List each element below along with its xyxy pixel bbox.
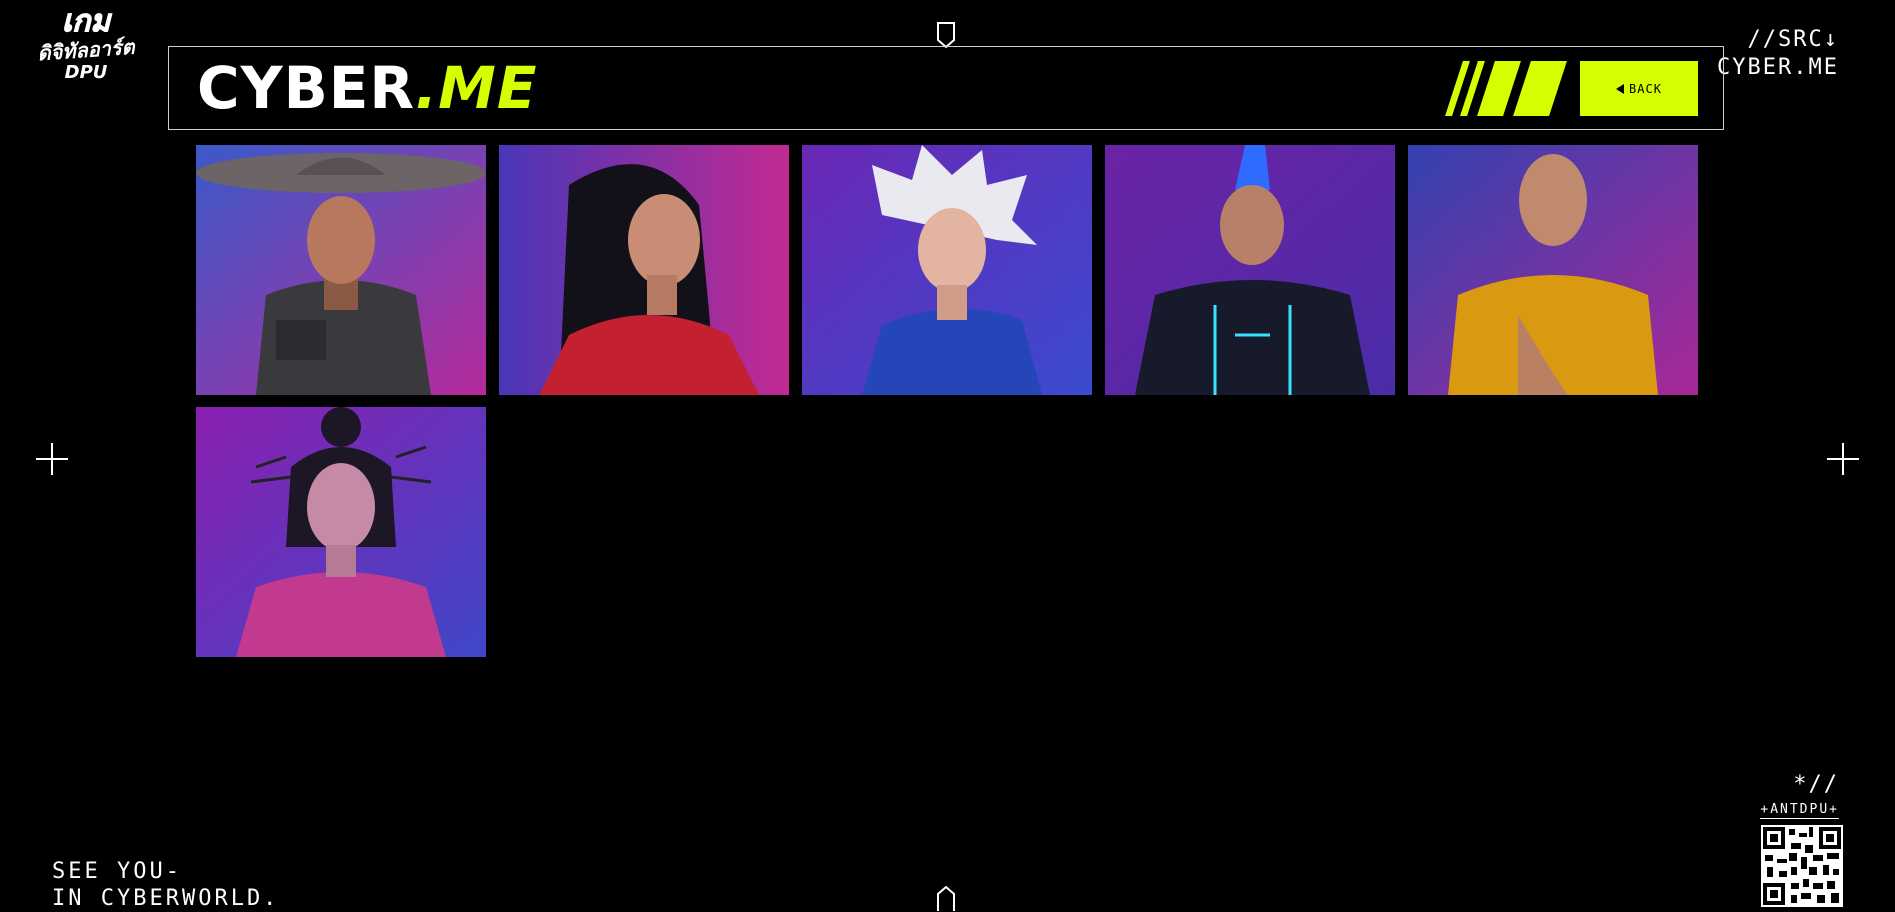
antdpu-line-2: +ANTDPU+: [1760, 802, 1839, 819]
crosshair-icon: [36, 443, 68, 475]
avatar-tile[interactable]: [196, 407, 486, 657]
source-label-line-1: //SRC↓: [1747, 27, 1839, 52]
avatar-orange-robe-image: [1408, 145, 1698, 395]
avatar-tile[interactable]: [499, 145, 789, 395]
brand-logo[interactable]: CYBER.ME: [197, 55, 537, 121]
footer-line-2: IN CYBERWORLD.: [52, 886, 280, 911]
avatar-tile[interactable]: [802, 145, 1092, 395]
qr-code-icon[interactable]: [1761, 825, 1843, 907]
brand-suffix: .ME: [415, 54, 538, 122]
top-marker-icon: [937, 22, 955, 48]
avatar-tile[interactable]: [1408, 145, 1698, 395]
dpu-logo: เกม ดิจิทัลอาร์ต DPU: [26, 4, 146, 101]
antdpu-label: *// +ANTDPU+: [1760, 772, 1839, 819]
avatar-hairpins-image: [196, 407, 486, 657]
crosshair-icon: [1827, 443, 1859, 475]
source-label: //SRC↓ CYBER.ME: [1717, 26, 1839, 82]
avatar-mohawk-image: [1105, 145, 1395, 395]
back-arrow-icon: [1616, 83, 1625, 94]
avatar-tile[interactable]: [196, 145, 486, 395]
avatar-braided-hair-image: [499, 145, 789, 395]
stripe-decoration: [1513, 61, 1567, 116]
avatar-tile[interactable]: [1105, 145, 1395, 395]
header-bar: CYBER.ME BACK: [168, 46, 1724, 130]
brand-text: CYBER: [197, 54, 416, 122]
stripe-decoration: [1477, 61, 1521, 116]
header-stripes: BACK: [1445, 61, 1698, 116]
footer-tagline: SEE YOU- IN CYBERWORLD.: [52, 858, 279, 912]
avatar-white-hair-image: [802, 145, 1092, 395]
footer-line-1: SEE YOU-: [52, 859, 182, 884]
bottom-marker-icon: [937, 886, 955, 911]
avatar-conical-hat-image: [196, 145, 486, 395]
logo-line-3: DPU: [64, 62, 108, 83]
back-button[interactable]: BACK: [1580, 61, 1698, 116]
logo-line-1: เกม: [61, 4, 111, 39]
antdpu-line-1: *//: [1793, 772, 1839, 797]
back-button-label: BACK: [1629, 81, 1662, 96]
source-label-line-2: CYBER.ME: [1717, 55, 1839, 80]
